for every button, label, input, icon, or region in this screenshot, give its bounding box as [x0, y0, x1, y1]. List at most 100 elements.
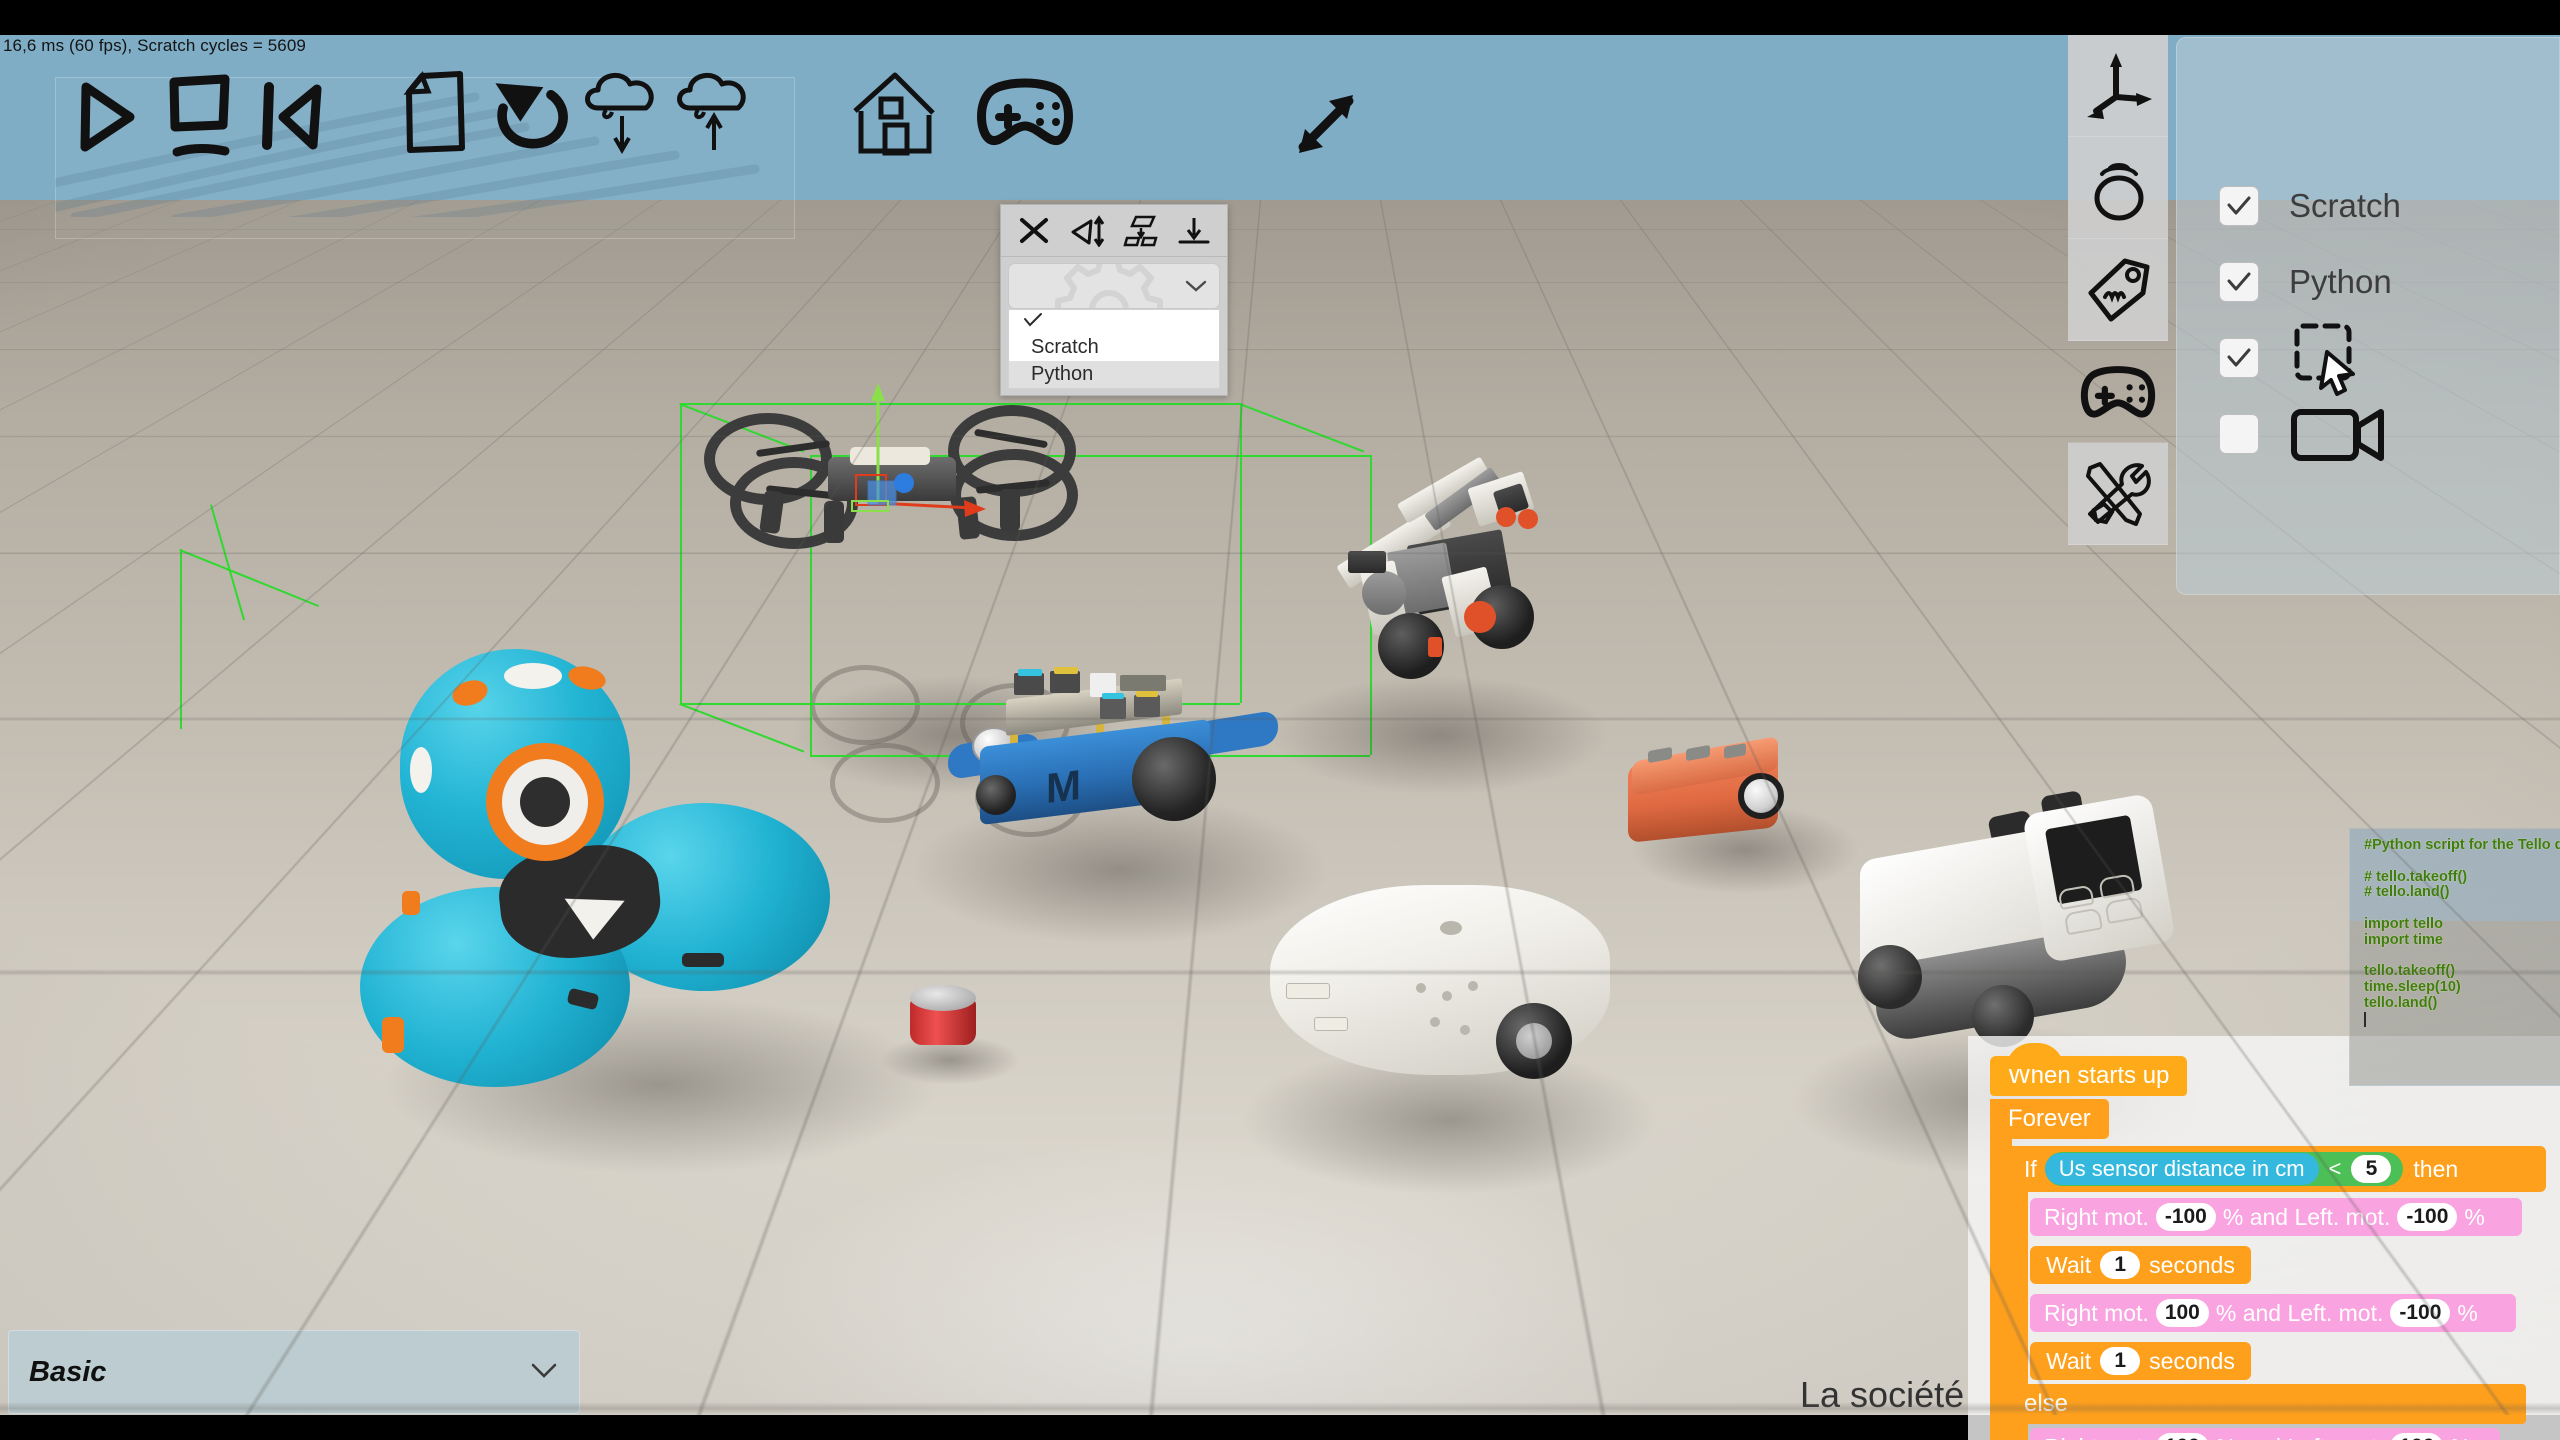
- chevron-down-icon: [529, 1361, 559, 1384]
- soda-can[interactable]: [910, 975, 980, 1055]
- new-file-button[interactable]: [390, 57, 482, 167]
- block-motor-power[interactable]: Right mot. 100 % and Left. mot. 100 %: [2030, 1428, 2500, 1440]
- python-label: Python: [2289, 263, 2392, 301]
- house-icon: [845, 63, 945, 161]
- object-sound-button[interactable]: [2068, 137, 2168, 239]
- dash-robot[interactable]: [340, 635, 860, 1095]
- display-options-panel: Scratch Python: [2176, 37, 2560, 595]
- then-label: then: [2413, 1156, 2458, 1183]
- operator-symbol: <: [2319, 1156, 2352, 1182]
- option-row-checked[interactable]: [1009, 310, 1219, 334]
- wait-seconds-input[interactable]: 1: [2100, 1251, 2140, 1279]
- else-label: else: [2024, 1390, 2068, 1418]
- wait-suffix-label: seconds: [2149, 1348, 2235, 1375]
- toggle-camera[interactable]: [2177, 396, 2559, 472]
- rover-robot[interactable]: [1270, 865, 1620, 1115]
- block-forever[interactable]: Forever: [1990, 1099, 2109, 1139]
- cloud-load-button[interactable]: [574, 57, 666, 167]
- rotate-object-tool[interactable]: [1065, 209, 1109, 253]
- toggle-scratch[interactable]: Scratch: [2177, 168, 2559, 244]
- block-if-then[interactable]: If Us sensor distance in cm < 5 then: [2010, 1146, 2546, 1192]
- right-toolbar: [2068, 35, 2168, 545]
- mode-select[interactable]: Basic: [8, 1330, 580, 1414]
- toggle-python[interactable]: Python: [2177, 244, 2559, 320]
- resize-button[interactable]: [1280, 69, 1372, 179]
- wait-prefix-label: Wait: [2046, 1348, 2091, 1375]
- wait-seconds-input[interactable]: 1: [2100, 1347, 2140, 1375]
- stop-square-icon: [163, 68, 237, 164]
- right-motor-input[interactable]: 100: [2156, 1433, 2209, 1440]
- play-button[interactable]: [62, 61, 154, 171]
- python-line: time.sleep(10): [2364, 979, 2461, 995]
- right-motor-input[interactable]: -100: [2156, 1203, 2216, 1231]
- wrench-screwdriver-icon: [2080, 456, 2156, 532]
- gamepad-panel-button[interactable]: [2068, 341, 2168, 443]
- block-motor-power[interactable]: Right mot. 100 % and Left. mot. -100 %: [2030, 1294, 2516, 1332]
- python-code-panel[interactable]: #Python script for the Tello drone # tel…: [2349, 828, 2560, 1086]
- scratch-code-panel[interactable]: When starts up Forever If Us sensor dist…: [1968, 1036, 2560, 1440]
- block-wait[interactable]: Wait 1 seconds: [2030, 1246, 2251, 1284]
- script-type-option-list[interactable]: Scratch Python: [1008, 309, 1220, 389]
- block-motor-power[interactable]: Right mot. -100 % and Left. mot. -100 %: [2030, 1198, 2522, 1236]
- scratch-checkbox[interactable]: [2219, 186, 2259, 226]
- operator-less-than[interactable]: Us sensor distance in cm < 5: [2045, 1152, 2404, 1186]
- option-scratch[interactable]: Scratch: [1009, 334, 1219, 361]
- python-line: # tello.land(): [2364, 884, 2449, 900]
- python-line: tello.takeoff(): [2364, 963, 2455, 979]
- motor-prefix-label: Right mot.: [2044, 1204, 2149, 1231]
- object-tool-row: [1001, 205, 1227, 257]
- axes-gizmo-button[interactable]: [2068, 35, 2168, 137]
- duplicate-object-tool[interactable]: [1119, 209, 1163, 253]
- cloud-upload-icon: [670, 64, 754, 160]
- toggle-selection[interactable]: [2177, 320, 2559, 396]
- thymio-robot[interactable]: [1620, 735, 1820, 855]
- gamepad-button[interactable]: [960, 57, 1090, 167]
- tools-button[interactable]: [2068, 443, 2168, 545]
- block-wait[interactable]: Wait 1 seconds: [2030, 1342, 2251, 1380]
- sensor-reporter[interactable]: Us sensor distance in cm: [2045, 1153, 2319, 1185]
- tello-drone[interactable]: [700, 405, 1080, 545]
- motor-suffix-label: %: [2464, 1204, 2484, 1231]
- transform-gizmo[interactable]: [818, 383, 1018, 543]
- scratch-label: Scratch: [2289, 187, 2401, 225]
- gamepad-icon: [972, 72, 1078, 152]
- motor-prefix-label: Right mot.: [2044, 1300, 2149, 1327]
- option-python[interactable]: Python: [1009, 361, 1219, 388]
- camera-checkbox[interactable]: [2219, 414, 2259, 454]
- threshold-input[interactable]: 5: [2351, 1155, 2391, 1183]
- left-motor-input[interactable]: -100: [2397, 1203, 2457, 1231]
- text-caret: [2364, 1012, 2366, 1027]
- wait-prefix-label: Wait: [2046, 1252, 2091, 1279]
- xyz-axes-icon: [2082, 51, 2154, 121]
- left-motor-input[interactable]: -100: [2390, 1299, 2450, 1327]
- home-button[interactable]: [830, 57, 960, 167]
- object-tool-popup[interactable]: Scratch Python: [1000, 204, 1228, 396]
- gamepad-icon: [2077, 361, 2159, 423]
- python-checkbox[interactable]: [2219, 262, 2259, 302]
- python-line: import tello: [2364, 916, 2443, 932]
- selection-cursor-icon: [2289, 320, 2369, 396]
- drop-to-floor-tool[interactable]: [1172, 209, 1216, 253]
- ev3-robot[interactable]: [1300, 455, 1580, 735]
- python-line: # tello.takeoff(): [2364, 869, 2467, 885]
- motor-prefix-label: Right mot.: [2044, 1434, 2149, 1440]
- label-tag-button[interactable]: [2068, 239, 2168, 341]
- block-else[interactable]: else: [2010, 1384, 2526, 1424]
- script-type-select[interactable]: [1008, 263, 1220, 309]
- block-when-starts-up[interactable]: When starts up: [1990, 1056, 2187, 1096]
- motor-suffix-label: %: [2450, 1434, 2470, 1440]
- selection-checkbox[interactable]: [2219, 338, 2259, 378]
- stop-button[interactable]: [154, 61, 246, 171]
- application-window: M 16,6 ms (60 fps), Scratch cycles = 560…: [0, 0, 2560, 1440]
- right-motor-input[interactable]: 100: [2156, 1299, 2209, 1327]
- checkmark-icon: [2226, 272, 2252, 292]
- python-line: import time: [2364, 932, 2443, 948]
- rewind-button[interactable]: [246, 61, 338, 171]
- motor-suffix-label: %: [2457, 1300, 2477, 1327]
- left-motor-input[interactable]: 100: [2390, 1433, 2443, 1440]
- reload-button[interactable]: [482, 57, 574, 167]
- checkmark-icon: [2226, 196, 2252, 216]
- mbot-robot[interactable]: M: [950, 655, 1280, 855]
- delete-object-tool[interactable]: [1012, 209, 1056, 253]
- cloud-save-button[interactable]: [666, 57, 758, 167]
